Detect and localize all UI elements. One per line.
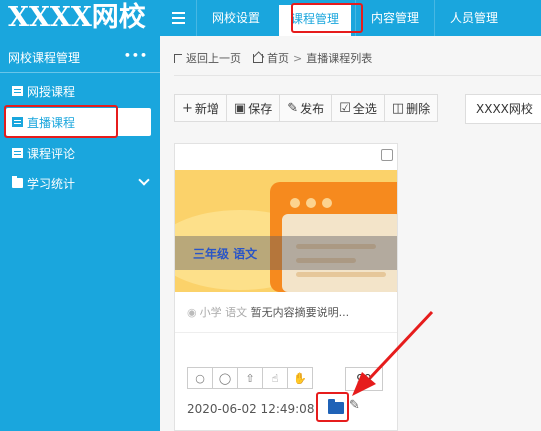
course-thumbnail[interactable]: 三年级 语文 xyxy=(175,170,397,292)
home-icon xyxy=(253,53,263,63)
sidebar-item-course-comments[interactable]: 课程评论 xyxy=(0,139,160,167)
card-actions: ○ ◯ ⇧ ☝ ✋ xyxy=(187,367,313,389)
divider xyxy=(175,332,397,333)
pin-icon: ◉ xyxy=(187,306,197,319)
delete-label: 删除 xyxy=(406,101,431,116)
tab-school-settings[interactable]: 网校设置 xyxy=(196,0,275,36)
save-label: 保存 xyxy=(248,101,273,116)
sidebar-item-live-courses[interactable]: 直播课程 xyxy=(6,108,151,136)
folder-icon xyxy=(328,399,344,414)
chevron-down-icon xyxy=(138,174,150,186)
select-all-button[interactable]: ☑ 全选 xyxy=(331,94,385,122)
check-icon: ☑ xyxy=(339,100,351,116)
school-select[interactable]: XXXX网校 xyxy=(465,94,541,124)
like-icon[interactable]: ☝ xyxy=(262,367,288,389)
document-icon xyxy=(12,148,23,158)
plus-icon: + xyxy=(182,100,193,116)
save-button[interactable]: ▣ 保存 xyxy=(225,94,281,122)
top-nav: 网校设置 课程管理 内容管理 人员管理 xyxy=(160,0,541,36)
folder-icon xyxy=(12,176,23,188)
sidebar-item-label: 学习统计 xyxy=(27,176,76,191)
save-icon: ▣ xyxy=(233,100,247,116)
more-icon[interactable]: ••• xyxy=(124,49,148,62)
pencil-icon[interactable]: ✎ xyxy=(349,398,360,413)
course-card: 三年级 语文 ◉ 小学 语文 暂无内容摘要说明... ○ ◯ ⇧ ☝ ✋ 99 2… xyxy=(174,143,398,431)
document-icon xyxy=(12,117,23,127)
breadcrumb: 返回上一页 首页 > 直播课程列表 xyxy=(174,50,372,66)
school-logo: XXXX网校 xyxy=(0,0,160,36)
course-summary: 暂无内容摘要说明... xyxy=(250,306,350,319)
course-datetime: 2020-06-02 12:49:08 xyxy=(187,402,315,416)
delete-button[interactable]: ◫ 删除 xyxy=(383,94,439,122)
breadcrumb-separator: > xyxy=(293,51,303,65)
document-icon xyxy=(12,86,23,96)
sidebar: XXXX网校 网校课程管理 ••• 网授课程 直播课程 课程评论 学习统计 xyxy=(0,0,160,431)
count-field[interactable]: 99 xyxy=(345,367,383,391)
sidebar-item-online-courses[interactable]: 网授课程 xyxy=(0,77,160,105)
comment-icon[interactable]: ○ xyxy=(187,367,213,389)
course-description: ◉ 小学 语文 暂无内容摘要说明... xyxy=(187,304,349,320)
toolbar: + 新增 ▣ 保存 ✎ 发布 ☑ 全选 ◫ 删除 xyxy=(174,94,439,122)
sidebar-item-label: 直播课程 xyxy=(27,115,76,130)
course-category: 小学 语文 xyxy=(199,306,248,319)
tab-course-management[interactable]: 课程管理 xyxy=(279,5,352,36)
sidebar-header-label: 网校课程管理 xyxy=(8,51,81,65)
tab-staff-management[interactable]: 人员管理 xyxy=(434,0,513,36)
reply-icon[interactable]: ◯ xyxy=(212,367,238,389)
add-label: 新增 xyxy=(194,101,219,116)
add-button[interactable]: + 新增 xyxy=(174,94,227,122)
select-all-label: 全选 xyxy=(352,101,377,116)
menu-icon[interactable] xyxy=(160,0,196,36)
top-icon[interactable]: ⇧ xyxy=(237,367,263,389)
card-checkbox[interactable] xyxy=(381,149,393,161)
sidebar-item-label: 网授课程 xyxy=(27,84,76,99)
publish-icon: ✎ xyxy=(287,100,299,116)
sidebar-header: 网校课程管理 ••• xyxy=(0,43,160,73)
tab-content-management[interactable]: 内容管理 xyxy=(355,0,434,36)
back-icon xyxy=(174,53,182,63)
trash-icon: ◫ xyxy=(391,100,405,116)
hand-icon[interactable]: ✋ xyxy=(287,367,313,389)
publish-label: 发布 xyxy=(300,101,325,116)
divider xyxy=(174,75,541,76)
home-link[interactable]: 首页 xyxy=(267,50,289,66)
publish-button[interactable]: ✎ 发布 xyxy=(279,94,333,122)
sidebar-item-label: 课程评论 xyxy=(27,146,76,161)
breadcrumb-current: 直播课程列表 xyxy=(306,52,373,65)
folder-button[interactable] xyxy=(325,399,347,417)
sidebar-item-learning-stats[interactable]: 学习统计 xyxy=(0,169,160,197)
thumbnail-title: 三年级 语文 xyxy=(193,247,258,261)
back-link[interactable]: 返回上一页 xyxy=(186,50,241,66)
